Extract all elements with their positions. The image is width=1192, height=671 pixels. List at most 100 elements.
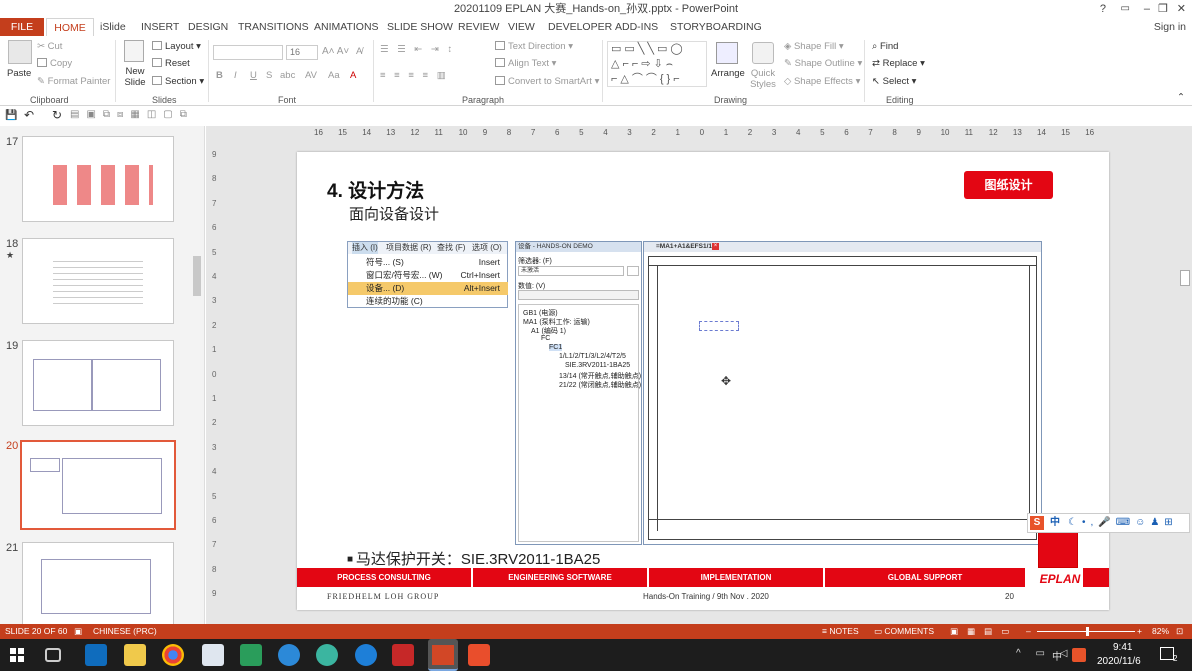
arrange-button[interactable]: Arrange — [711, 68, 745, 79]
reset-button[interactable]: Reset — [152, 58, 190, 69]
sign-in-link[interactable]: Sign in — [1154, 18, 1186, 36]
collapse-ribbon-icon[interactable]: ⌃ — [1177, 92, 1185, 103]
tab-transitions[interactable]: TRANSITIONS — [238, 18, 309, 36]
powerpoint-taskbar-button[interactable] — [428, 639, 458, 671]
drawing-window-image[interactable]: =MA1+A1&EFS1/1 × ✥ — [643, 241, 1042, 545]
alignment-buttons-icon[interactable]: ≡ ≡ ≡ ≡ ▥ — [380, 70, 449, 81]
file-explorer-icon[interactable] — [124, 644, 146, 666]
help-icon[interactable]: ? — [1100, 0, 1106, 18]
tab-design[interactable]: DESIGN — [188, 18, 228, 36]
tab-animations[interactable]: ANIMATIONS — [314, 18, 379, 36]
font-name-field[interactable] — [213, 45, 283, 60]
slide-thumbnail-17[interactable] — [22, 136, 174, 222]
font-size-field[interactable]: 16 — [286, 45, 318, 60]
format-painter-button[interactable]: ✎ Format Painter — [37, 76, 110, 87]
save-icon[interactable]: 💾 — [5, 110, 17, 121]
new-slide-button[interactable]: New Slide — [122, 66, 148, 88]
ime-toolbar[interactable]: S 中 ☾•,🎤⌨☺♟⊞ — [1027, 513, 1190, 533]
slide-title[interactable]: 4. 设计方法 — [327, 176, 424, 203]
tab-slide-show[interactable]: SLIDE SHOW — [387, 18, 453, 36]
slide-thumbnail-18[interactable] — [22, 238, 174, 324]
change-case-icon[interactable]: Aa — [328, 70, 340, 81]
restore-icon[interactable]: ❐ — [1158, 0, 1168, 18]
sogou-logo-icon[interactable]: S — [1030, 516, 1044, 530]
windows-start-icon[interactable] — [10, 648, 24, 662]
outlook-icon[interactable] — [85, 644, 107, 666]
clock-time[interactable]: 9:41 — [1113, 642, 1132, 653]
comments-button[interactable]: ▭ COMMENTS — [874, 624, 934, 639]
shape-fill-button[interactable]: ◈ Shape Fill ▾ — [784, 41, 844, 52]
font-color-icon[interactable]: A — [350, 70, 356, 81]
tab-home[interactable]: HOME — [46, 18, 94, 36]
tab-insert[interactable]: INSERT — [141, 18, 179, 36]
slide-canvas[interactable]: 4. 设计方法 面向设备设计 图纸设计 插入 (I) 项目数据 (R) 查找 (… — [297, 152, 1109, 610]
underline-button[interactable]: U — [250, 70, 257, 81]
app-icon[interactable] — [202, 644, 224, 666]
redo-icon[interactable]: ↻ — [52, 108, 62, 122]
tray-ime-indicator[interactable]: 中 — [1052, 648, 1062, 663]
zoom-out-icon[interactable]: – — [1026, 624, 1031, 639]
strikethrough-button[interactable]: abc — [280, 70, 295, 81]
italic-button[interactable]: I — [234, 70, 237, 81]
chrome-icon[interactable] — [162, 644, 184, 666]
shape-effects-button[interactable]: ◇ Shape Effects ▾ — [784, 76, 860, 87]
notification-icon[interactable] — [1160, 647, 1174, 660]
task-view-icon[interactable] — [45, 648, 61, 662]
undo-icon[interactable]: ↶ — [24, 108, 34, 122]
app-icon[interactable] — [240, 644, 262, 666]
ime-tools-icons[interactable]: ☾•,🎤⌨☺♟⊞ — [1068, 514, 1178, 532]
paste-button[interactable]: Paste — [7, 68, 31, 79]
quick-styles-button[interactable]: Quick Styles — [750, 68, 776, 90]
sogou-tray-icon[interactable] — [1072, 648, 1086, 662]
slide-thumbnail-21[interactable] — [22, 542, 174, 628]
smartart-button[interactable]: Convert to SmartArt ▾ — [495, 76, 599, 87]
char-spacing-icon[interactable]: AV — [305, 70, 317, 81]
ime-language-toggle[interactable]: 中 — [1050, 514, 1060, 532]
ie-icon[interactable] — [355, 644, 377, 666]
device-panel-image[interactable]: 设备 - HANDS-ON DEMO 筛选器: (F) 未激活 数值: (V) … — [515, 241, 642, 545]
tab-file[interactable]: FILE — [0, 18, 44, 36]
app-icon[interactable] — [392, 644, 414, 666]
clear-format-icon[interactable]: A̸ — [356, 46, 362, 57]
grow-font-icon[interactable]: A˄ A˅ — [322, 46, 349, 57]
layout-button[interactable]: Layout ▾ — [152, 41, 201, 52]
cut-button[interactable]: ✂ Cut — [37, 41, 62, 52]
clock-date[interactable]: 2020/11/6 — [1097, 656, 1141, 667]
editor-scrollbar-thumb[interactable] — [1180, 270, 1190, 286]
language-status[interactable]: CHINESE (PRC) — [93, 624, 157, 639]
ribbon-display-icon[interactable]: ▭ — [1121, 0, 1130, 18]
qat-commands-icon[interactable]: ▤▣⧉⧈▦◫▢⧉ — [70, 109, 194, 120]
slide-thumbnail-19[interactable] — [22, 340, 174, 426]
bullet-text[interactable]: ■ 马达保护开关：SIE.3RV2011-1BA25 — [347, 548, 600, 569]
thumb-scrollbar-thumb[interactable] — [193, 256, 201, 296]
notes-button[interactable]: ≡ NOTES — [822, 624, 859, 639]
list-buttons-icon[interactable]: ☰ ☰ ⇤ ⇥ ↕ — [380, 44, 455, 55]
view-buttons-icon[interactable]: ▣▦▤▭ — [950, 624, 1018, 639]
shape-outline-button[interactable]: ✎ Shape Outline ▾ — [784, 58, 862, 69]
minimize-icon[interactable]: – — [1144, 0, 1150, 18]
section-badge[interactable]: 图纸设计 — [964, 171, 1053, 199]
tab-review[interactable]: REVIEW — [458, 18, 499, 36]
slide-subtitle[interactable]: 面向设备设计 — [349, 203, 439, 224]
tab-storyboarding[interactable]: STORYBOARDING — [670, 18, 762, 36]
zoom-in-icon[interactable]: + — [1137, 624, 1142, 639]
copy-button[interactable]: Copy — [37, 58, 72, 69]
tab-add-ins[interactable]: ADD-INS — [615, 18, 658, 36]
zoom-level[interactable]: 82% — [1152, 624, 1169, 639]
select-button[interactable]: ↖ Select ▾ — [872, 76, 916, 87]
replace-button[interactable]: ⇄ Replace ▾ — [872, 58, 925, 69]
edge-icon[interactable] — [278, 644, 300, 666]
bold-button[interactable]: B — [216, 70, 223, 81]
tab-developer[interactable]: DEVELOPER — [548, 18, 612, 36]
spell-check-icon[interactable]: ▣ — [74, 624, 82, 639]
fit-slide-icon[interactable]: ⊡ — [1176, 624, 1183, 639]
tab-islide[interactable]: iSlide — [100, 18, 126, 36]
zoom-slider-thumb[interactable] — [1086, 627, 1089, 636]
insert-menu-image[interactable]: 插入 (I) 项目数据 (R) 查找 (F) 选项 (O) 符号... (S) I… — [347, 241, 508, 308]
text-direction-button[interactable]: Text Direction ▾ — [495, 41, 573, 52]
shadow-button[interactable]: S — [266, 70, 272, 81]
shapes-gallery[interactable]: ▭▭╲╲▭◯ △⌐⌐⇨⇩⌢ ⌐△⌒⌒{}⌐ — [607, 41, 707, 87]
close-icon[interactable]: ✕ — [1177, 0, 1186, 18]
align-text-button[interactable]: Align Text ▾ — [495, 58, 556, 69]
section-button[interactable]: Section ▾ — [152, 76, 204, 87]
